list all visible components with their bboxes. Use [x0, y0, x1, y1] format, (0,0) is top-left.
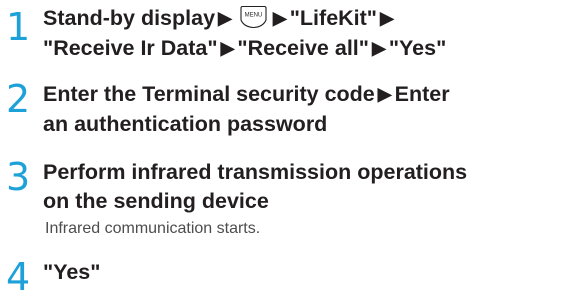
step-line: Stand-by display ▶ MENU ▶ "LifeKit" ▶: [43, 4, 571, 34]
arrow-icon: ▶: [220, 38, 235, 58]
arrow-icon: ▶: [272, 8, 287, 28]
step-line: "Yes": [43, 260, 101, 284]
step-number: 2: [6, 77, 31, 121]
step-note: Infrared communication starts.: [45, 220, 261, 237]
arrow-icon: ▶: [377, 84, 392, 104]
step-line: Perform infrared transmission operations: [43, 160, 468, 184]
step-text-segment: "LifeKit": [289, 6, 378, 30]
menu-key-label: MENU: [245, 13, 263, 19]
arrow-icon: ▶: [218, 8, 232, 28]
step-line: on the sending device: [43, 189, 269, 213]
step-line: an authentication password: [43, 112, 328, 136]
step-text: Perform infrared transmission operations…: [43, 158, 571, 216]
arrow-icon: ▶: [380, 8, 394, 28]
step-text-segment: Stand-by display: [43, 6, 216, 30]
step-text: Enter the Terminal security code ▶ Enter a…: [43, 80, 571, 139]
step-text-segment: "Receive Ir Data": [43, 36, 218, 60]
step-text-segment: "Yes": [388, 36, 447, 60]
step-number: 4: [6, 255, 31, 299]
step-text: "Yes": [43, 258, 571, 287]
step-text-segment: Enter: [394, 82, 450, 106]
step-text: Stand-by display ▶ MENU ▶ "LifeKit" ▶ "Receiv…: [43, 4, 571, 64]
menu-key-icon: MENU: [239, 5, 268, 29]
step-text-segment: Enter the Terminal security code: [43, 82, 375, 106]
procedure-steps: 1 Stand-by display ▶ MENU ▶ "LifeKit" ▶ "Rece…: [0, 0, 575, 300]
step-number: 3: [6, 155, 31, 199]
step-text-segment: "Receive all": [237, 36, 369, 60]
step-number: 1: [6, 5, 31, 49]
step-line: "Receive Ir Data" ▶ "Receive all" ▶ "Yes": [43, 34, 571, 64]
step-line: Enter the Terminal security code ▶ Enter: [43, 80, 571, 110]
arrow-icon: ▶: [371, 38, 386, 58]
